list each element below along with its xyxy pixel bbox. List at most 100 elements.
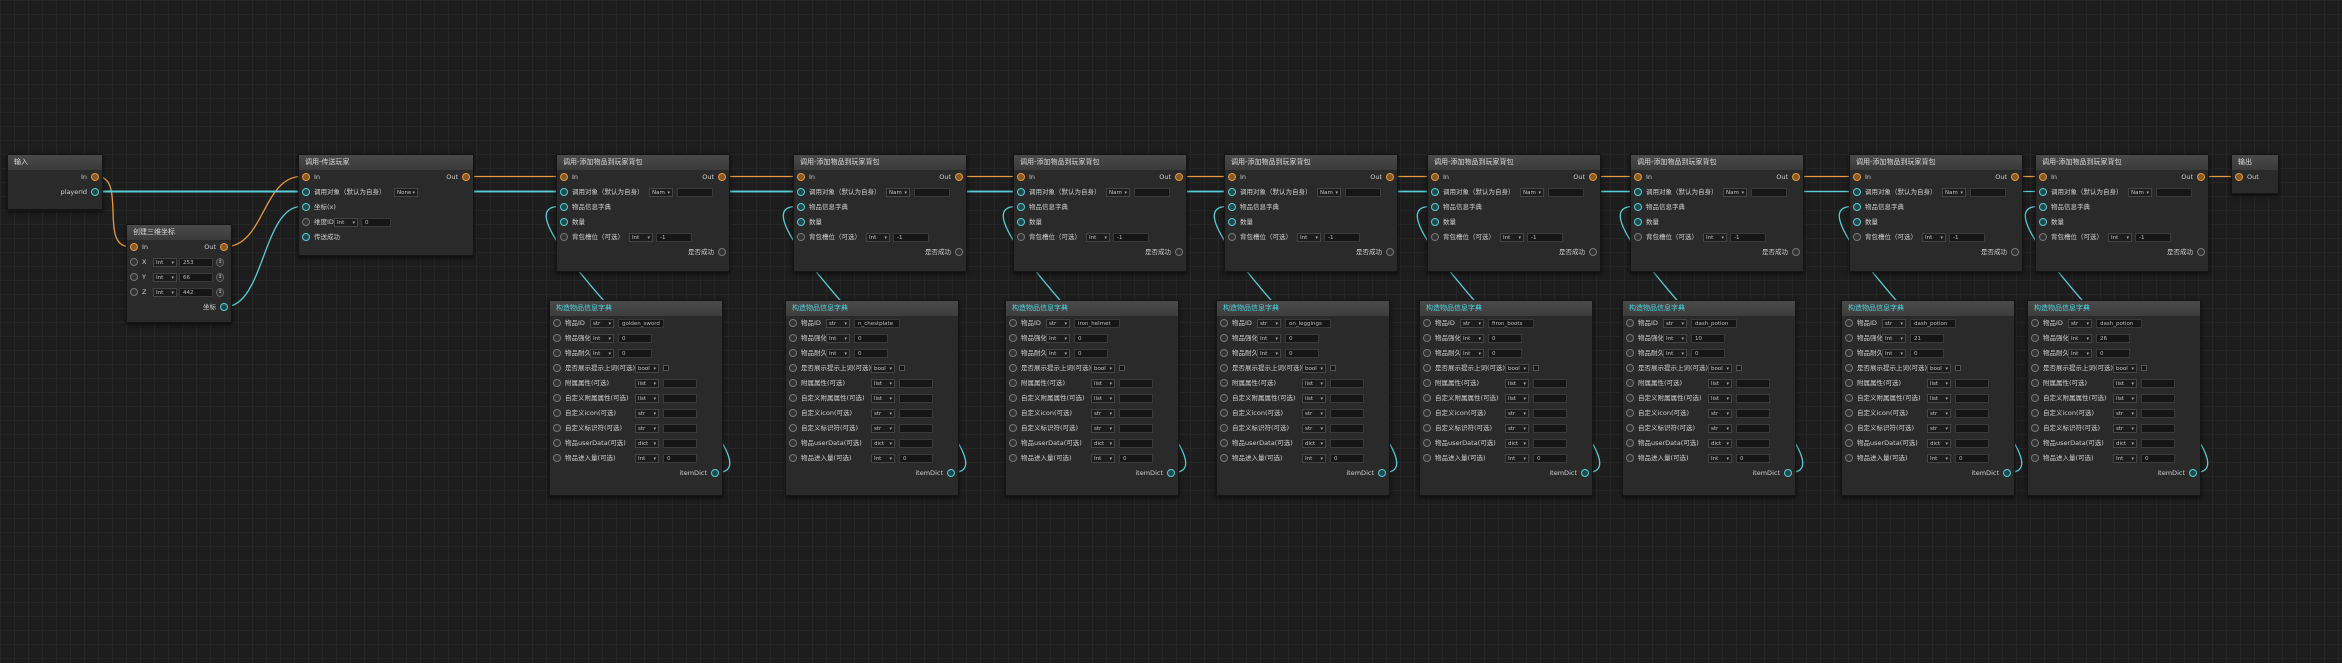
dict-field-type-select[interactable]: Int xyxy=(635,454,659,464)
add-item-dict-pin[interactable] xyxy=(1228,203,1236,211)
teleport-target-select[interactable]: None xyxy=(394,188,418,198)
dict-field-pin[interactable] xyxy=(1845,364,1853,372)
dict-field-type-select[interactable]: list xyxy=(2113,394,2137,404)
dict-field-type-select[interactable]: str xyxy=(1302,409,1326,419)
dict-field-input[interactable] xyxy=(1533,379,1567,388)
dict-field-pin[interactable] xyxy=(789,364,797,372)
add-item-target-pin[interactable] xyxy=(560,188,568,196)
dict-field-pin[interactable] xyxy=(1845,424,1853,432)
dict-field-input[interactable] xyxy=(1119,409,1153,418)
dict-field-pin[interactable] xyxy=(2031,379,2039,387)
dict-field-pin[interactable] xyxy=(553,319,561,327)
add-item-slot-type-select[interactable]: Int xyxy=(1703,233,1727,243)
dict-field-type-select[interactable]: Int xyxy=(590,334,614,344)
dict-field-checkbox[interactable] xyxy=(899,365,905,371)
dict-field-input[interactable]: 0 xyxy=(1330,454,1364,463)
build-dict-node[interactable]: 构造物品信息字典物品IDstrdash_potion物品强化等Int21物品耐久… xyxy=(1841,300,2015,496)
dict-field-pin[interactable] xyxy=(1009,349,1017,357)
add-item-slot-type-select[interactable]: Int xyxy=(1086,233,1110,243)
dict-field-pin[interactable] xyxy=(1845,394,1853,402)
add-item-dict-pin[interactable] xyxy=(1853,203,1861,211)
dict-field-type-select[interactable]: Int xyxy=(1046,334,1070,344)
dict-field-input[interactable] xyxy=(663,394,697,403)
dict-field-pin[interactable] xyxy=(553,454,561,462)
dict-field-input[interactable]: 10 xyxy=(1691,334,1725,343)
dict-field-input[interactable] xyxy=(1736,409,1770,418)
dict-field-input[interactable] xyxy=(1736,379,1770,388)
dict-field-pin[interactable] xyxy=(789,409,797,417)
dict-field-pin[interactable] xyxy=(1220,319,1228,327)
dict-field-checkbox[interactable] xyxy=(1330,365,1336,371)
add-item-count-pin[interactable] xyxy=(1634,218,1642,226)
dict-field-pin[interactable] xyxy=(553,364,561,372)
add-item-target-input[interactable] xyxy=(2156,188,2192,197)
dict-field-pin[interactable] xyxy=(1845,409,1853,417)
dict-field-pin[interactable] xyxy=(789,439,797,447)
dict-field-type-select[interactable]: dict xyxy=(1505,439,1529,449)
dict-field-input[interactable]: 0 xyxy=(1910,349,1944,358)
dict-field-pin[interactable] xyxy=(2031,424,2039,432)
add-item-count-pin[interactable] xyxy=(797,218,805,226)
output-in-pin[interactable] xyxy=(2235,173,2243,181)
add-item-node[interactable]: 调用-添加物品到玩家背包 In Out 调用对象（默认为自身） Nam 物品信息字典数量背… xyxy=(793,154,967,272)
dict-field-type-select[interactable]: Int xyxy=(1460,334,1484,344)
dict-field-type-select[interactable]: Int xyxy=(1882,334,1906,344)
dict-field-input[interactable] xyxy=(1330,394,1364,403)
dict-field-pin[interactable] xyxy=(1220,454,1228,462)
dict-field-type-select[interactable]: Int xyxy=(826,334,850,344)
add-item-target-select[interactable]: Nam xyxy=(1317,188,1341,198)
add-item-node[interactable]: 调用-添加物品到玩家背包 In Out 调用对象（默认为自身） Nam 物品信息字典数量背… xyxy=(1427,154,1601,272)
dict-field-input[interactable]: 0 xyxy=(618,349,652,358)
dict-field-type-select[interactable]: list xyxy=(635,379,659,389)
dict-field-input[interactable] xyxy=(899,439,933,448)
dict-field-input[interactable] xyxy=(1330,409,1364,418)
dict-field-checkbox[interactable] xyxy=(663,365,669,371)
dict-field-input[interactable] xyxy=(1330,439,1364,448)
dict-field-pin[interactable] xyxy=(553,409,561,417)
dict-field-pin[interactable] xyxy=(553,334,561,342)
x-pin[interactable] xyxy=(130,258,138,266)
y-type-select[interactable]: Int xyxy=(153,273,177,283)
dict-field-type-select[interactable]: str xyxy=(826,319,850,329)
add-item-slot-type-select[interactable]: Int xyxy=(1500,233,1524,243)
add-item-slot-pin[interactable] xyxy=(2039,233,2047,241)
create-position-out-pin[interactable] xyxy=(220,243,228,251)
add-item-node[interactable]: 调用-添加物品到玩家背包 In Out 调用对象（默认为自身） Nam 物品信息字典数量背… xyxy=(1224,154,1398,272)
add-item-node[interactable]: 调用-添加物品到玩家背包 In Out 调用对象（默认为自身） Nam 物品信息字典数量背… xyxy=(1013,154,1187,272)
add-item-in-pin[interactable] xyxy=(2039,173,2047,181)
dict-field-type-select[interactable]: str xyxy=(1460,319,1484,329)
dict-field-input[interactable] xyxy=(1533,409,1567,418)
dict-field-pin[interactable] xyxy=(553,439,561,447)
add-item-count-pin[interactable] xyxy=(2039,218,2047,226)
teleport-out-pin[interactable] xyxy=(462,173,470,181)
add-item-node[interactable]: 调用-添加物品到玩家背包 In Out 调用对象（默认为自身） Nam 物品信息字典数量背… xyxy=(1630,154,1804,272)
add-item-slot-input[interactable]: -1 xyxy=(1113,233,1149,242)
add-item-target-select[interactable]: Nam xyxy=(649,188,673,198)
dict-field-pin[interactable] xyxy=(789,349,797,357)
add-item-slot-input[interactable]: -1 xyxy=(656,233,692,242)
dict-field-type-select[interactable]: bool xyxy=(1708,364,1732,374)
dict-field-type-select[interactable]: list xyxy=(1708,379,1732,389)
dict-field-input[interactable]: on_leggings xyxy=(1285,319,1331,328)
dict-field-pin[interactable] xyxy=(1220,394,1228,402)
dict-field-type-select[interactable]: list xyxy=(1091,379,1115,389)
dict-field-type-select[interactable]: list xyxy=(1302,379,1326,389)
add-item-slot-type-select[interactable]: Int xyxy=(1922,233,1946,243)
add-item-slot-type-select[interactable]: Int xyxy=(629,233,653,243)
dict-field-pin[interactable] xyxy=(1626,409,1634,417)
dict-field-type-select[interactable]: str xyxy=(1708,424,1732,434)
dict-field-type-select[interactable]: str xyxy=(1505,409,1529,419)
dict-field-input[interactable]: dash_potion xyxy=(1691,319,1737,328)
dict-field-input[interactable]: 0 xyxy=(899,454,933,463)
dict-field-pin[interactable] xyxy=(1423,319,1431,327)
dict-output-pin[interactable] xyxy=(1581,469,1589,477)
dict-field-input[interactable] xyxy=(1330,424,1364,433)
dict-field-pin[interactable] xyxy=(789,379,797,387)
add-item-count-pin[interactable] xyxy=(1431,218,1439,226)
add-item-slot-input[interactable]: -1 xyxy=(1949,233,1985,242)
dict-field-input[interactable]: 0 xyxy=(2141,454,2175,463)
dict-field-input[interactable]: 0 xyxy=(1285,349,1319,358)
dict-field-type-select[interactable]: bool xyxy=(635,364,659,374)
dict-field-input[interactable] xyxy=(1955,394,1989,403)
add-item-out-pin[interactable] xyxy=(1792,173,1800,181)
